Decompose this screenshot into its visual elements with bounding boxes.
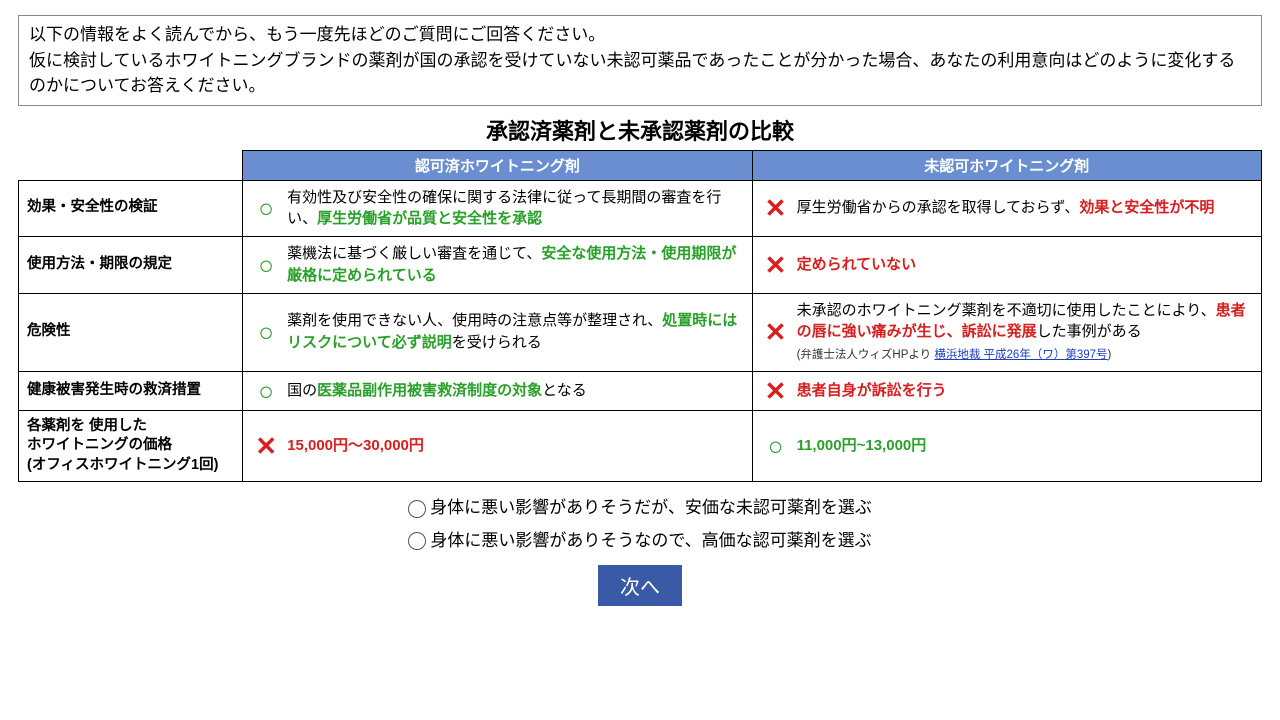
table-row: 使用方法・期限の規定 ○ 薬機法に基づく厳しい審査を通じて、安全な使用方法・使用… — [19, 237, 1262, 294]
cross-icon: ✕ — [761, 378, 791, 404]
cross-icon: ✕ — [251, 433, 281, 459]
cross-icon: ✕ — [761, 319, 791, 345]
table-row: 危険性 ○ 薬剤を使用できない人、使用時の注意点等が整理され、処置時にはリスクに… — [19, 293, 1262, 371]
row-label-price: 各薬剤を 使用した ホワイトニングの価格 (オフィスホワイトニング1回) — [19, 410, 243, 482]
circle-icon: ○ — [251, 378, 281, 404]
cell-text: 厚生労働省からの承認を取得しておらず、効果と安全性が不明 — [797, 197, 1253, 219]
cell-text: 有効性及び安全性の確保に関する法律に従って長期間の審査を行い、厚生労働省が品質と… — [287, 187, 743, 231]
cell-text: 患者自身が訴訟を行う — [797, 380, 1253, 402]
row-label-usage: 使用方法・期限の規定 — [19, 237, 243, 294]
option-2[interactable]: 身体に悪い影響がありそうなので、高価な認可薬剤を選ぶ — [18, 525, 1262, 557]
comparison-title: 承認済薬剤と未承認薬剤の比較 — [18, 114, 1262, 146]
cell-text: 国の医薬品副作用被害救済制度の対象となる — [287, 380, 743, 402]
table-row: 各薬剤を 使用した ホワイトニングの価格 (オフィスホワイトニング1回) ✕ 1… — [19, 410, 1262, 482]
source-citation: (弁護士法人ウィズHPより 横浜地裁 平成26年（ワ）第397号) — [797, 349, 1112, 361]
circle-icon: ○ — [761, 433, 791, 459]
row-label-relief: 健康被害発生時の救済措置 — [19, 371, 243, 410]
cell-text: 定められていない — [797, 254, 1253, 276]
intro-line1: 以下の情報をよく読んでから、もう一度先ほどのご質問にご回答ください。 — [29, 22, 1251, 48]
table-corner — [19, 150, 243, 180]
radio-icon[interactable] — [408, 500, 426, 518]
circle-icon: ○ — [251, 252, 281, 278]
cross-icon: ✕ — [761, 252, 791, 278]
table-row: 効果・安全性の検証 ○ 有効性及び安全性の確保に関する法律に従って長期間の審査を… — [19, 180, 1262, 237]
option-1[interactable]: 身体に悪い影響がありそうだが、安価な未認可薬剤を選ぶ — [18, 492, 1262, 524]
col-approved-header: 認可済ホワイトニング剤 — [243, 150, 752, 180]
cross-icon: ✕ — [761, 195, 791, 221]
cell-text: 薬機法に基づく厳しい審査を通じて、安全な使用方法・使用期限が厳格に定められている — [287, 243, 743, 287]
table-row: 健康被害発生時の救済措置 ○ 国の医薬品副作用被害救済制度の対象となる ✕ 患者… — [19, 371, 1262, 410]
intro-line2: 仮に検討しているホワイトニングブランドの薬剤が国の承認を受けていない未認可薬品で… — [29, 48, 1251, 99]
response-options: 身体に悪い影響がありそうだが、安価な未認可薬剤を選ぶ 身体に悪い影響がありそうな… — [18, 492, 1262, 557]
radio-icon[interactable] — [408, 532, 426, 550]
circle-icon: ○ — [251, 319, 281, 345]
cell-text: 15,000円～30,000円 — [287, 435, 743, 457]
option-2-label: 身体に悪い影響がありそうなので、高価な認可薬剤を選ぶ — [430, 525, 871, 557]
circle-icon: ○ — [251, 195, 281, 221]
cell-text: 11,000円~13,000円 — [797, 435, 1253, 457]
row-label-risk: 危険性 — [19, 293, 243, 371]
intro-box: 以下の情報をよく読んでから、もう一度先ほどのご質問にご回答ください。 仮に検討し… — [18, 15, 1262, 106]
col-unapproved-header: 未認可ホワイトニング剤 — [752, 150, 1261, 180]
cell-text: 薬剤を使用できない人、使用時の注意点等が整理され、処置時にはリスクについて必ず説… — [287, 310, 743, 354]
source-link[interactable]: 横浜地裁 平成26年（ワ）第397号 — [934, 349, 1107, 361]
comparison-table: 認可済ホワイトニング剤 未認可ホワイトニング剤 効果・安全性の検証 ○ 有効性及… — [18, 150, 1262, 483]
row-label-efficacy: 効果・安全性の検証 — [19, 180, 243, 237]
option-1-label: 身体に悪い影響がありそうだが、安価な未認可薬剤を選ぶ — [430, 492, 872, 524]
cell-text: 未承認のホワイトニング薬剤を不適切に使用したことにより、患者の唇に強い痛みが生じ… — [797, 300, 1253, 365]
next-button[interactable]: 次へ — [598, 565, 682, 606]
